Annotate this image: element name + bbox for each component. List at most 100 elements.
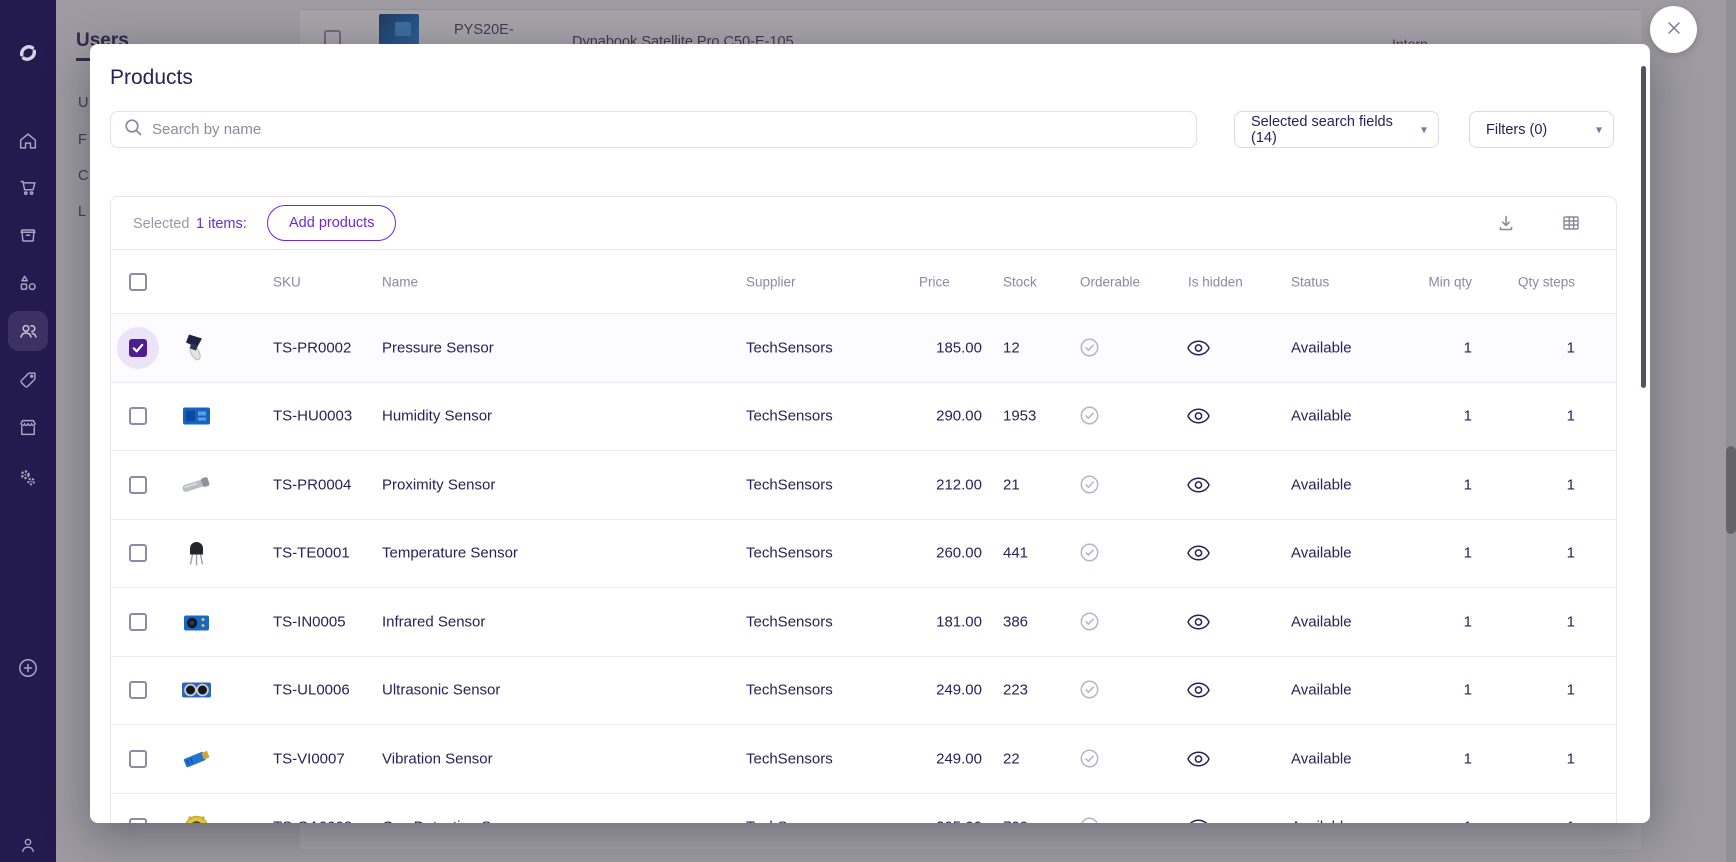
row-checkbox[interactable] [129,338,147,357]
filters-dropdown[interactable]: Filters (0) ▾ [1469,111,1614,148]
add-plus-circle-icon[interactable] [0,646,56,690]
row-checkbox[interactable] [129,544,147,563]
row-checkbox[interactable] [129,818,147,823]
is-hidden-eye-icon[interactable] [1187,408,1210,425]
cell-price: 212.00 [936,476,982,494]
orderable-check-circle-icon [1079,474,1101,496]
close-button[interactable] [1650,6,1697,53]
column-header-min-qty[interactable]: Min qty [1372,274,1472,289]
product-thumbnail [178,535,215,572]
settings-gears-icon[interactable] [0,456,56,500]
table-row[interactable]: TS-TE0001 Temperature Sensor TechSensors… [111,519,1616,588]
users-people-icon[interactable] [0,309,56,353]
cell-qty-steps: 1 [1475,819,1575,823]
cell-supplier: TechSensors [746,407,833,425]
column-header-sku[interactable]: SKU [273,274,301,289]
screen: Users U F C L PYS20E- Dynabook Satellite… [0,0,1736,862]
cell-status: Available [1291,407,1352,425]
cell-stock: 223 [1003,681,1029,699]
column-header-orderable[interactable]: Orderable [1080,274,1140,289]
is-hidden-eye-icon[interactable] [1187,750,1210,767]
cell-qty-steps: 1 [1566,750,1575,768]
cell-min-qty: 1 [1463,476,1472,494]
cell-supplier: TechSensors [746,750,833,768]
product-thumbnail [178,809,215,823]
row-checkbox[interactable] [129,681,147,700]
search-fields-dropdown[interactable]: Selected search fields (14) ▾ [1234,111,1439,148]
table-body: TS-PR0002 Pressure Sensor TechSensors 18… [111,314,1616,823]
cell-sku: TS-PR0002 [273,339,352,357]
cell-stock: 441 [1003,544,1029,562]
table-row[interactable]: TS-HU0003 Humidity Sensor TechSensors 29… [111,382,1616,451]
download-icon[interactable] [1495,213,1517,235]
is-hidden-eye-icon[interactable] [1187,545,1210,562]
cell-supplier: TechSensors [746,476,833,494]
column-header-name[interactable]: Name [382,274,418,289]
brand-logo-icon[interactable] [0,31,56,75]
store-icon[interactable] [0,406,56,450]
row-checkbox[interactable] [129,407,147,426]
products-modal: Products Selected search fields (14) ▾ F… [90,44,1650,823]
catalog-shapes-icon[interactable] [0,261,56,305]
table-row[interactable]: TS-VI0007 Vibration Sensor TechSensors 2… [111,725,1616,794]
cell-min-qty: 1 [1463,613,1472,631]
cell-price: 249.00 [936,681,982,699]
cell-status: Available [1291,681,1352,699]
cell-status: Available [1291,339,1352,357]
cell-min-qty: 1 [1372,819,1472,823]
column-header-is-hidden[interactable]: Is hidden [1188,274,1243,289]
table-row[interactable]: TS-GA0008 Gas Detection Sensor TechSenso… [111,793,1616,823]
cell-sku: TS-IN0005 [273,613,346,631]
profile-person-icon[interactable] [0,823,56,862]
select-all-checkbox[interactable] [129,272,147,291]
add-products-button[interactable]: Add products [267,205,397,241]
cell-supplier: TechSensors [746,544,833,562]
cart-icon[interactable] [0,165,56,209]
search-box[interactable] [110,111,1197,148]
cell-sku: TS-TE0001 [273,544,350,562]
cell-price: 290.00 [936,407,982,425]
home-icon[interactable] [0,119,56,163]
cell-price: 185.00 [936,339,982,357]
cell-qty-steps: 1 [1566,613,1575,631]
search-input[interactable] [152,121,1196,138]
cell-supplier: TechSensors [746,339,833,357]
product-thumbnail [178,603,215,640]
is-hidden-eye-icon[interactable] [1187,819,1210,823]
cell-price: 295.00 [882,819,982,823]
tag-icon[interactable] [0,358,56,402]
orderable-check-circle-icon [1079,542,1101,564]
cell-name: Temperature Sensor [382,544,518,562]
product-thumbnail [178,398,215,435]
cell-min-qty: 1 [1463,339,1472,357]
cell-qty-steps: 1 [1566,407,1575,425]
is-hidden-eye-icon[interactable] [1187,682,1210,699]
cell-sku: TS-VI0007 [273,750,345,768]
cell-sku: TS-GA0008 [273,819,352,823]
is-hidden-eye-icon[interactable] [1187,476,1210,493]
row-checkbox[interactable] [129,612,147,631]
table-row[interactable]: TS-IN0005 Infrared Sensor TechSensors 18… [111,588,1616,657]
chevron-down-icon: ▾ [1420,122,1427,137]
orderable-check-circle-icon [1079,405,1101,427]
row-checkbox[interactable] [129,749,147,768]
is-hidden-eye-icon[interactable] [1187,339,1210,356]
orders-box-icon[interactable] [0,213,56,257]
table-row[interactable]: TS-PR0004 Proximity Sensor TechSensors 2… [111,451,1616,520]
cell-stock: 22 [1003,750,1020,768]
modal-scrollbar-thumb[interactable] [1641,66,1646,388]
column-header-qty-steps[interactable]: Qty steps [1475,274,1575,289]
column-header-status[interactable]: Status [1291,274,1329,289]
is-hidden-eye-icon[interactable] [1187,613,1210,630]
orderable-check-circle-icon [1079,611,1101,633]
cell-price: 181.00 [936,613,982,631]
grid-view-icon[interactable] [1560,213,1582,235]
row-checkbox[interactable] [129,475,147,494]
table-row[interactable]: TS-UL0006 Ultrasonic Sensor TechSensors … [111,656,1616,725]
column-header-price[interactable]: Price [919,274,950,289]
product-thumbnail [178,740,215,777]
column-header-stock[interactable]: Stock [1003,274,1037,289]
column-header-supplier[interactable]: Supplier [746,274,796,289]
table-row[interactable]: TS-PR0002 Pressure Sensor TechSensors 18… [111,314,1616,383]
modal-title: Products [110,66,193,89]
